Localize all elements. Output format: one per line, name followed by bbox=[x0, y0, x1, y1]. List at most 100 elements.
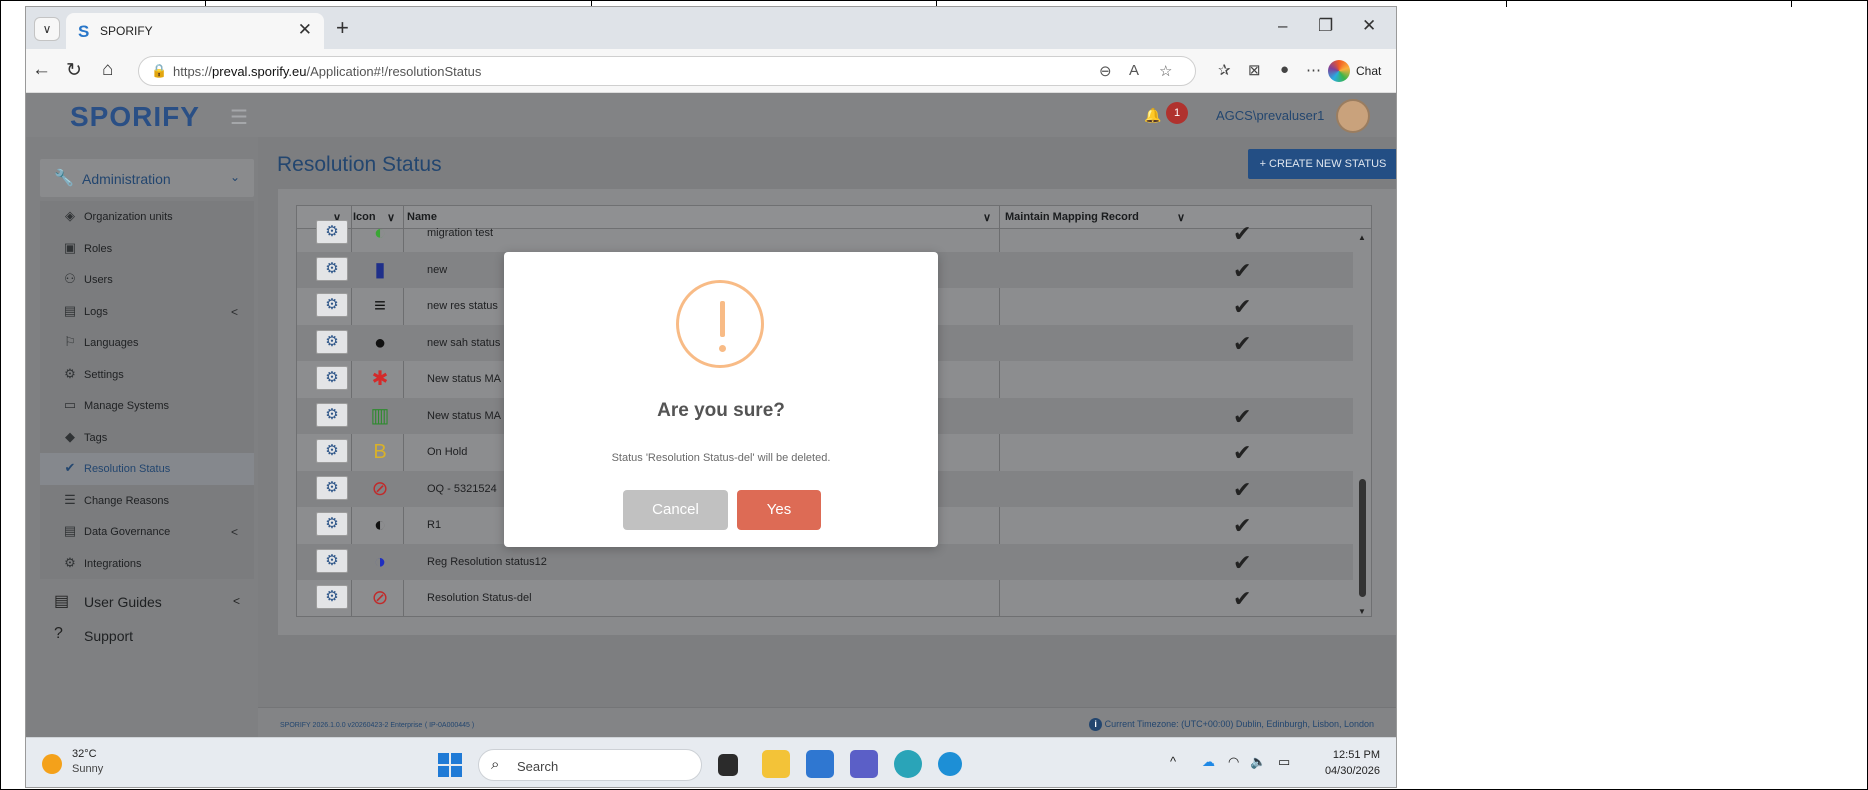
status-icon: ◑ bbox=[373, 550, 387, 573]
sidebar-item-users[interactable]: ⚇ Users bbox=[40, 264, 254, 296]
username[interactable]: AGCS\prevaluser1 bbox=[1216, 108, 1324, 123]
restore-icon[interactable]: ❐ bbox=[1318, 16, 1333, 36]
sidebar-item-label: Organization units bbox=[84, 211, 173, 223]
version-text: SPORIFY 2026.1.0.0 v20260423-2 Enterpris… bbox=[280, 722, 423, 729]
notification-badge[interactable]: 1 bbox=[1166, 102, 1188, 124]
task-view-icon[interactable] bbox=[718, 754, 738, 776]
sidebar-item-resolution-status[interactable]: ✔ Resolution Status bbox=[40, 453, 254, 485]
taskbar-search[interactable]: ⌕ Search bbox=[478, 749, 702, 781]
wrench-icon: 🔧 bbox=[54, 170, 74, 187]
check-icon: ✔ bbox=[64, 460, 76, 475]
edge-icon[interactable] bbox=[894, 750, 922, 778]
roles-icon: ▣ bbox=[63, 239, 77, 255]
create-new-status-button[interactable]: + CREATE NEW STATUS bbox=[1248, 149, 1396, 179]
mapping-check-icon: ✔ bbox=[1233, 440, 1252, 465]
file-explorer-icon[interactable] bbox=[762, 750, 790, 778]
favorites-icon[interactable]: ✰ bbox=[1218, 61, 1231, 79]
row-settings-gear-icon[interactable]: ⚙ bbox=[316, 512, 348, 536]
row-settings-gear-icon[interactable]: ⚙ bbox=[316, 329, 348, 354]
new-tab-icon[interactable]: + bbox=[336, 15, 349, 41]
url-field[interactable]: 🔒 https://preval.sporify.eu/Application#… bbox=[138, 56, 1196, 86]
start-icon[interactable] bbox=[438, 753, 462, 777]
taskbar-search-label: Search bbox=[517, 759, 559, 774]
clock[interactable]: 12:51 PM 04/30/2026 bbox=[1316, 747, 1380, 779]
avatar[interactable] bbox=[1336, 99, 1370, 133]
row-settings-gear-icon[interactable]: ⚙ bbox=[316, 439, 348, 463]
row-settings-gear-icon[interactable]: ⚙ bbox=[316, 548, 348, 573]
sidebar-item-organization-units[interactable]: ◈ Organization units bbox=[40, 201, 254, 233]
chevron-left-icon: < bbox=[230, 304, 238, 319]
table-row[interactable]: ⚙ ◐ migration test ✔ bbox=[297, 215, 1355, 251]
sidebar-item-label: Settings bbox=[84, 368, 124, 381]
sidebar-item-administration[interactable]: 🔧 Administration ⌄ bbox=[40, 159, 254, 197]
status-name: R1 bbox=[427, 519, 442, 531]
volume-icon[interactable]: 🔈 bbox=[1250, 754, 1266, 770]
frame-tick bbox=[1791, 1, 1792, 7]
row-settings-gear-icon[interactable]: ⚙ bbox=[316, 220, 348, 244]
table-row[interactable]: ⚙ ⊘ Resolution Status-del ✔ bbox=[297, 580, 1355, 616]
sidebar-item-languages[interactable]: ⚐ Languages bbox=[40, 327, 254, 359]
row-settings-gear-icon[interactable]: ⚙ bbox=[316, 402, 348, 427]
sidebar-item-support[interactable]: ? Support bbox=[40, 617, 254, 653]
sidebar-item-label: Support bbox=[84, 628, 134, 644]
url-text: https://preval.sporify.eu/Application#!/… bbox=[173, 64, 481, 79]
read-aloud-icon[interactable]: A bbox=[1129, 62, 1139, 79]
tray-chevron-icon[interactable]: ^ bbox=[1170, 754, 1176, 769]
more-icon[interactable]: ⋯ bbox=[1306, 61, 1321, 79]
logs-icon: ▤ bbox=[63, 302, 77, 318]
cloud-icon[interactable]: ☁ bbox=[1202, 754, 1215, 770]
cancel-button[interactable]: Cancel bbox=[623, 490, 728, 530]
close-tab-icon[interactable]: ✕ bbox=[298, 20, 312, 40]
home-icon[interactable]: ⌂ bbox=[102, 59, 113, 81]
chevron-left-icon: < bbox=[230, 525, 238, 539]
refresh-icon[interactable]: ↻ bbox=[66, 59, 82, 82]
row-settings-gear-icon[interactable]: ⚙ bbox=[316, 585, 348, 609]
confirm-yes-button[interactable]: Yes bbox=[737, 490, 821, 530]
sidebar-item-manage-systems[interactable]: ▭ Manage Systems bbox=[40, 390, 254, 422]
sidebar-item-label: Change Reasons bbox=[84, 494, 170, 507]
battery-icon[interactable]: ▭ bbox=[1278, 754, 1290, 770]
menu-toggle-icon[interactable]: ☰ bbox=[230, 105, 248, 130]
status-icon: ⊘ bbox=[371, 587, 389, 609]
clock-date: 04/30/2026 bbox=[1324, 765, 1380, 777]
sidebar-item-roles[interactable]: ▣ Roles bbox=[40, 233, 254, 265]
table-row[interactable]: ⚙ ◑ Reg Resolution status12 ✔ bbox=[297, 543, 1355, 580]
row-settings-gear-icon[interactable]: ⚙ bbox=[316, 293, 348, 317]
teams-icon[interactable] bbox=[850, 750, 878, 778]
sidebar-item-settings[interactable]: ⚙ Settings bbox=[40, 359, 254, 391]
scroll-thumb[interactable] bbox=[1359, 479, 1366, 597]
zoom-icon[interactable]: ⊖ bbox=[1099, 62, 1112, 80]
url-host: preval.sporify.eu bbox=[212, 64, 307, 79]
row-settings-gear-icon[interactable]: ⚙ bbox=[316, 366, 348, 390]
status-name: New status MA bbox=[427, 409, 501, 422]
edge-beta-icon[interactable] bbox=[938, 752, 962, 776]
address-bar: ← ↻ ⌂ 🔒 https://preval.sporify.eu/Applic… bbox=[26, 49, 1396, 93]
sidebar-item-tags[interactable]: ◆ Tags bbox=[40, 422, 254, 454]
profile-icon[interactable]: ● bbox=[1280, 61, 1289, 78]
minimize-icon[interactable]: – bbox=[1278, 16, 1287, 36]
browser-window: ∨ S SPORIFY ✕ + – ❐ ✕ ← ↻ ⌂ 🔒 https://pr… bbox=[25, 6, 1397, 788]
scroll-down-icon[interactable]: ▼ bbox=[1358, 607, 1366, 616]
close-window-icon[interactable]: ✕ bbox=[1362, 16, 1376, 36]
grid-scrollbar[interactable]: ▲ ▼ bbox=[1353, 229, 1371, 616]
collections-icon[interactable]: ⊠ bbox=[1248, 61, 1261, 79]
sidebar-item-integrations[interactable]: ⚙ Integrations bbox=[40, 548, 254, 580]
bell-icon[interactable]: 🔔 bbox=[1144, 107, 1161, 124]
chevron-down-icon: ⌄ bbox=[229, 170, 240, 184]
outlook-icon[interactable] bbox=[806, 750, 834, 778]
row-settings-gear-icon[interactable]: ⚙ bbox=[316, 475, 348, 500]
favorite-star-icon[interactable]: ☆ bbox=[1159, 62, 1172, 80]
status-icon: ▮ bbox=[374, 258, 386, 281]
tab-actions-chevron-icon[interactable]: ∨ bbox=[34, 17, 60, 41]
sidebar-item-change-reasons[interactable]: ☰ Change Reasons bbox=[40, 485, 254, 517]
scroll-up-icon[interactable]: ▲ bbox=[1358, 233, 1366, 242]
brand-logo[interactable]: SPORIFY bbox=[70, 101, 200, 133]
wifi-icon[interactable]: ◠ bbox=[1228, 754, 1239, 770]
browser-tab[interactable]: S SPORIFY ✕ bbox=[66, 13, 324, 49]
sidebar-item-data-governance[interactable]: ▤ Data Governance < bbox=[40, 516, 254, 548]
sidebar-item-user-guides[interactable]: ▤ User Guides < bbox=[40, 583, 254, 619]
row-settings-gear-icon[interactable]: ⚙ bbox=[316, 256, 348, 281]
sidebar-item-logs[interactable]: ▤ Logs < bbox=[40, 296, 254, 328]
chat-button[interactable]: Chat bbox=[1326, 57, 1392, 85]
back-icon[interactable]: ← bbox=[32, 59, 51, 81]
